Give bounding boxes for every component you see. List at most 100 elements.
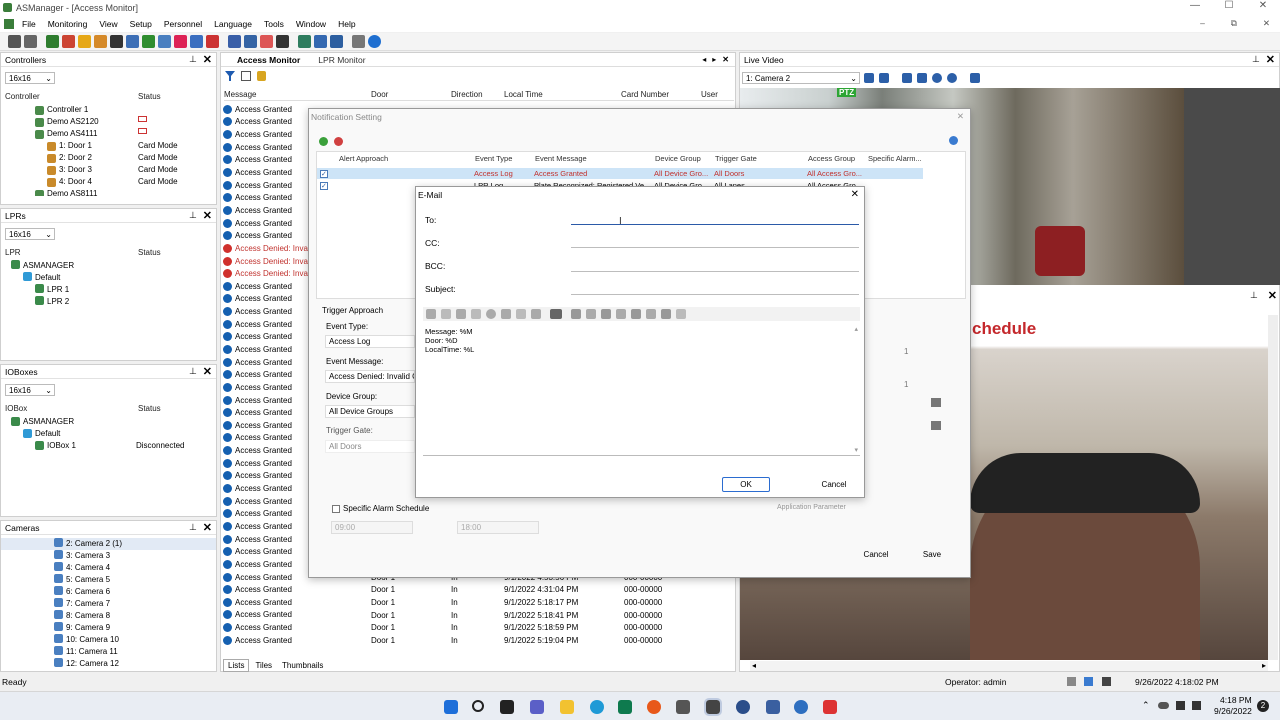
format-icon[interactable] <box>486 309 496 319</box>
format-icon[interactable] <box>661 309 671 319</box>
camera-item[interactable]: 12: Camera 12 <box>1 658 216 670</box>
tree-item[interactable]: ASMANAGER <box>5 260 210 272</box>
table-row[interactable]: Access Granted <box>221 343 317 356</box>
tray-chevron-icon[interactable]: ⌃ <box>1142 700 1150 711</box>
tree-item[interactable]: ASMANAGER <box>5 416 210 428</box>
menu-help[interactable]: Help <box>338 19 355 29</box>
mdi-minimize-icon[interactable]: – <box>1200 18 1205 29</box>
table-row[interactable]: Access Granted <box>221 533 317 546</box>
number-select-2[interactable]: 1 <box>904 380 908 389</box>
pin-icon[interactable]: ⊥ <box>189 210 197 221</box>
grid-size-select[interactable]: 16x16 ⌄ <box>5 228 55 240</box>
table-row[interactable]: Access Granted <box>221 128 317 141</box>
edge-icon[interactable] <box>590 700 604 714</box>
col-specific-alarm[interactable]: Specific Alarm... <box>868 154 922 163</box>
tab-tiles[interactable]: Tiles <box>251 660 276 671</box>
toolbar-icon[interactable] <box>142 35 155 48</box>
col-access-group[interactable]: Access Group <box>808 154 868 163</box>
format-icon[interactable] <box>501 309 511 319</box>
task-view-icon[interactable] <box>500 700 514 714</box>
tree-item[interactable]: Default <box>5 428 210 440</box>
clock-time[interactable]: 4:18 PM <box>1220 695 1252 705</box>
format-icon[interactable] <box>456 309 466 319</box>
table-row[interactable]: Access Granted <box>221 293 317 306</box>
tree-item[interactable]: LPR 2 <box>5 296 210 308</box>
menu-language[interactable]: Language <box>214 19 252 29</box>
close-icon[interactable]: ✕ <box>722 55 729 64</box>
pin-icon[interactable]: ⊥ <box>1252 54 1260 65</box>
row-checkbox[interactable]: ✓ <box>320 169 328 178</box>
col-status[interactable]: Status <box>138 92 161 101</box>
col-controller[interactable]: Controller <box>5 92 138 101</box>
toolbar-icon[interactable] <box>8 35 21 48</box>
table-row[interactable]: Access Granted <box>221 419 317 432</box>
menu-personnel[interactable]: Personnel <box>164 19 202 29</box>
table-row[interactable]: Door 1 In 9/1/2022 4:31:04 PM 000-00000 <box>371 584 731 597</box>
cancel-button[interactable]: Cancel <box>810 477 858 492</box>
format-icon[interactable] <box>646 309 656 319</box>
format-icon[interactable] <box>586 309 596 319</box>
col-trigger-gate[interactable]: Trigger Gate <box>715 154 808 163</box>
cancel-button[interactable]: Cancel <box>852 547 900 562</box>
camera-item[interactable]: 8: Camera 8 <box>1 610 216 622</box>
table-row[interactable]: Door 1 In 9/1/2022 5:18:41 PM 000-00000 <box>371 609 731 622</box>
col-message[interactable]: Message <box>224 90 371 99</box>
speaker-icon[interactable] <box>1192 701 1201 710</box>
format-icon[interactable] <box>516 309 526 319</box>
toolbar-icon[interactable] <box>260 35 273 48</box>
time-to-input[interactable]: 18:00 <box>457 521 539 534</box>
format-icon[interactable] <box>571 309 581 319</box>
table-row[interactable]: Access Granted <box>221 571 317 584</box>
network-icon[interactable] <box>1176 701 1185 710</box>
col-card-number[interactable]: Card Number <box>621 90 701 99</box>
warning-icon[interactable] <box>78 35 91 48</box>
tab-lists[interactable]: Lists <box>223 658 250 672</box>
col-status[interactable]: Status <box>138 404 161 413</box>
tree-item[interactable]: Demo AS4111 <box>5 128 210 140</box>
table-row[interactable]: Access Granted <box>221 558 317 571</box>
col-event-message[interactable]: Event Message <box>535 154 655 163</box>
scroll-up-icon[interactable]: ▴ <box>854 325 858 334</box>
table-row[interactable]: Access Granted <box>221 432 317 445</box>
zoom-fit-icon[interactable] <box>902 73 912 83</box>
ok-button[interactable]: OK <box>722 477 770 492</box>
tree-item[interactable]: 2: Door 2 Card Mode <box>5 152 210 164</box>
table-row[interactable]: Access Granted <box>221 520 317 533</box>
toolbar-icon[interactable] <box>62 35 75 48</box>
table-row[interactable]: Access Granted <box>221 154 317 167</box>
table-row[interactable]: Access Granted <box>221 166 317 179</box>
table-row[interactable]: Access Granted <box>221 280 317 293</box>
edit-icon[interactable] <box>931 421 941 430</box>
notification-badge[interactable]: 2 <box>1257 700 1269 712</box>
minimize-icon[interactable]: — <box>1178 0 1212 11</box>
col-device-group[interactable]: Device Group <box>655 154 715 163</box>
table-row[interactable]: Access Granted <box>221 229 317 242</box>
close-icon[interactable]: ✕ <box>203 53 212 66</box>
message-body[interactable]: Message: %M Door: %D LocalTime: %L ▴ ▾ <box>423 325 860 456</box>
asmanager-icon[interactable] <box>704 698 722 716</box>
col-lpr[interactable]: LPR <box>5 248 138 257</box>
camera-item[interactable]: 6: Camera 6 <box>1 586 216 598</box>
cloud-icon[interactable] <box>1158 702 1169 709</box>
pin-icon[interactable]: ⊥ <box>189 54 197 65</box>
bcc-field[interactable] <box>571 260 859 272</box>
table-row[interactable]: Door 1 In 9/1/2022 5:19:04 PM 000-00000 <box>371 634 731 647</box>
table-row[interactable]: Access Granted <box>221 634 317 647</box>
table-row[interactable]: Access Granted <box>221 179 317 192</box>
edit-icon[interactable] <box>931 398 941 407</box>
start-icon[interactable] <box>444 700 458 714</box>
horizontal-scrollbar[interactable]: ◂ ▸ <box>750 661 1268 671</box>
toolbar-icon[interactable] <box>46 35 59 48</box>
camera-item[interactable]: 4: Camera 4 <box>1 562 216 574</box>
format-icon[interactable] <box>676 309 686 319</box>
col-alert-approach[interactable]: Alert Approach <box>339 154 475 163</box>
tree-item[interactable]: Controller 1 <box>5 104 210 116</box>
camera-item[interactable]: 9: Camera 9 <box>1 622 216 634</box>
format-icon[interactable] <box>441 309 451 319</box>
close-icon[interactable]: ✕ <box>1266 53 1275 66</box>
close-icon[interactable]: ✕ <box>203 209 212 222</box>
table-row[interactable]: Access Granted <box>221 103 317 116</box>
scroll-right-icon[interactable]: ▸ <box>1262 661 1266 671</box>
file-explorer-icon[interactable] <box>560 700 574 714</box>
close-icon[interactable]: ✕ <box>203 365 212 378</box>
